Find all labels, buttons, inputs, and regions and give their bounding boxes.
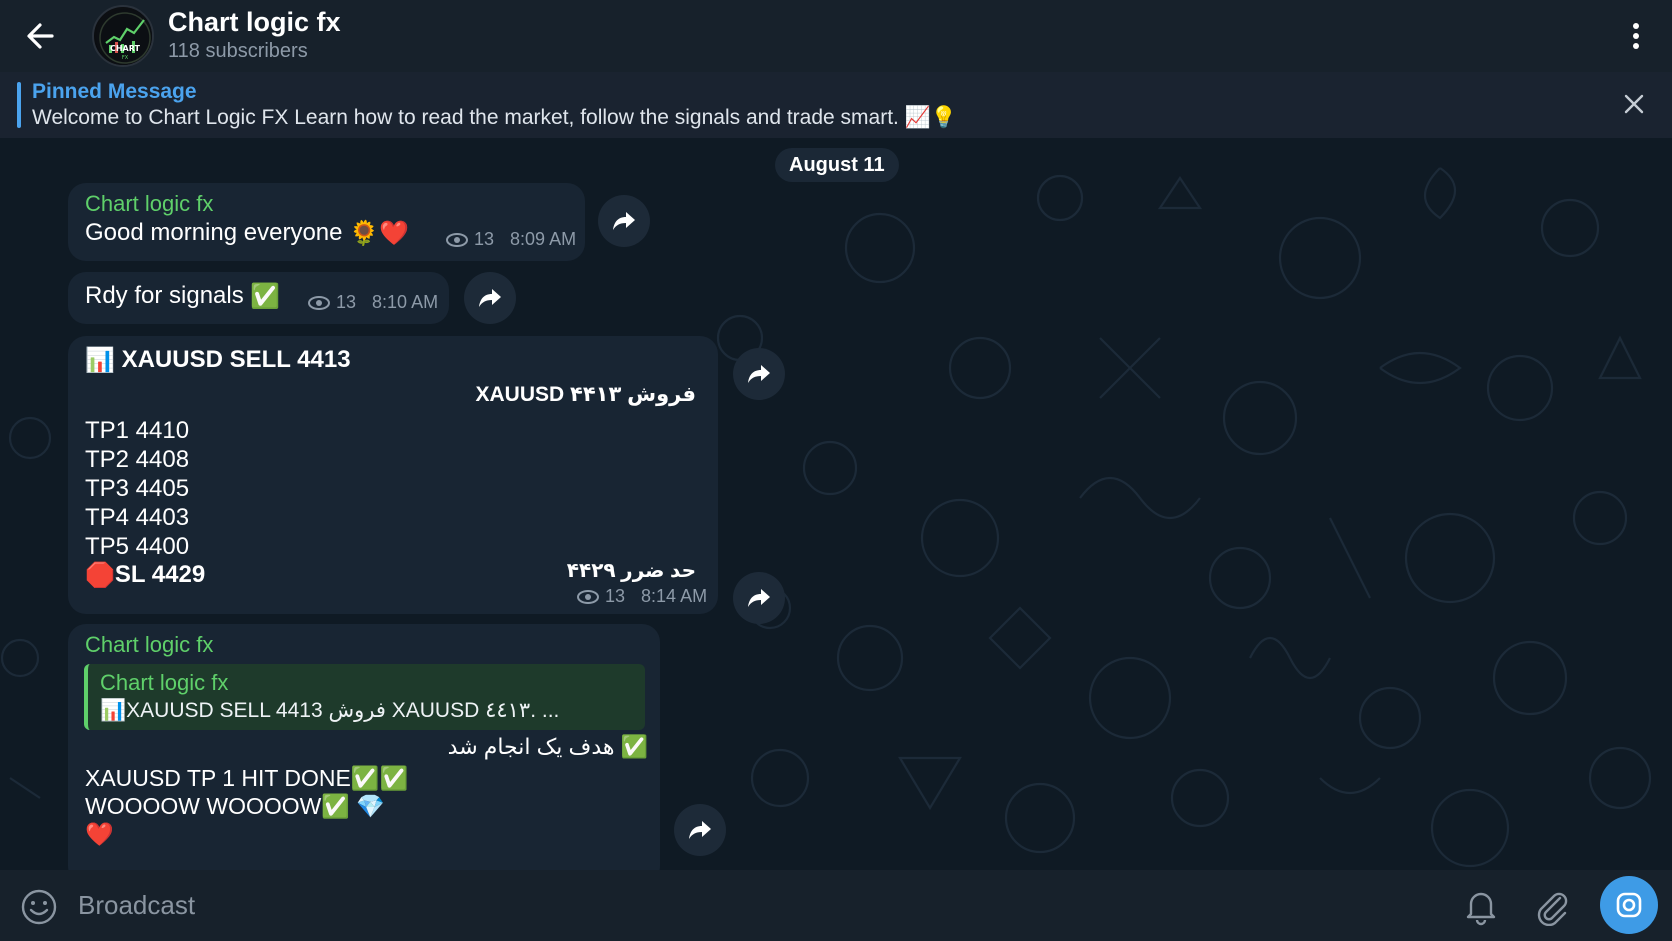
forward-button[interactable]: [598, 195, 650, 247]
message-bubble[interactable]: Chart logic fx Good morning everyone 🌻❤️…: [68, 183, 585, 261]
share-arrow-icon: [479, 289, 501, 307]
broadcast-input[interactable]: Broadcast: [78, 890, 195, 921]
quote-text: 📊XAUUSD SELL 4413 فروش XAUUSD ٤٤١٣. ...: [100, 699, 560, 722]
message-time: 8:10 AM: [372, 292, 439, 312]
message-line: WOOOOW WOOOOW✅ 💎: [85, 793, 386, 819]
forward-button[interactable]: [674, 804, 726, 856]
reply-quote[interactable]: Chart logic fx 📊XAUUSD SELL 4413 فروش XA…: [84, 664, 645, 730]
pinned-message-bar[interactable]: Pinned Message Welcome to Chart Logic FX…: [0, 72, 1672, 138]
channel-avatar[interactable]: CHART FX: [92, 5, 154, 67]
target-hit-rtl: ✅ هدف یک انجام شد: [447, 734, 648, 759]
heart-emoji: ❤️: [85, 821, 114, 847]
message-text-content: Rdy for signals: [85, 282, 244, 309]
camera-icon: [1616, 892, 1642, 918]
signal-title-text: XAUUSD SELL 4413: [121, 346, 351, 373]
views-eye-icon: [446, 232, 468, 247]
pinned-title: Pinned Message: [32, 80, 197, 103]
target-line: TP3 4405: [85, 475, 190, 502]
message-sender[interactable]: Chart logic fx: [85, 191, 213, 217]
targets-list: TP1 4410 TP2 4408 TP3 4405 TP4 4403 TP5 …: [85, 416, 189, 561]
pinned-indicator: [17, 82, 21, 128]
forward-button[interactable]: [733, 348, 785, 400]
quote-sender: Chart logic fx: [100, 670, 229, 695]
message-line: XAUUSD TP 1 HIT DONE✅✅: [85, 765, 409, 791]
share-arrow-icon: [748, 589, 770, 607]
message-bubble[interactable]: 📊 XAUUSD SELL 4413 فروش ۴۴۱۳ XAUUSD TP1 …: [68, 336, 718, 614]
target-line: TP1 4410: [85, 417, 190, 444]
close-icon[interactable]: [1622, 92, 1646, 116]
message-meta: 13 8:09 AM: [446, 229, 576, 250]
sunflower-heart-emoji: 🌻❤️: [349, 220, 409, 248]
message-meta: 13 8:14 AM: [577, 586, 707, 607]
share-arrow-icon: [748, 365, 770, 383]
message-text: Rdy for signals ✅: [85, 282, 280, 311]
message-meta: 13 8:10 AM: [308, 292, 438, 313]
message-time: 8:09 AM: [510, 229, 577, 249]
views-eye-icon: [308, 295, 330, 310]
stop-sign-emoji: 🛑: [85, 562, 115, 590]
pinned-text: Welcome to Chart Logic FX Learn how to r…: [32, 106, 957, 129]
camera-button[interactable]: [1600, 876, 1658, 934]
paperclip-icon[interactable]: [1532, 886, 1572, 927]
telegram-channel-screen: CHART FX Chart logic fx 118 subscribers …: [0, 0, 1672, 941]
bell-icon[interactable]: [1462, 886, 1500, 926]
message-time: 8:14 AM: [641, 586, 708, 606]
smile-icon[interactable]: [20, 888, 58, 926]
svg-text:CHART: CHART: [110, 44, 141, 53]
message-bubble[interactable]: Chart logic fx Chart logic fx 📊XAUUSD SE…: [68, 624, 660, 870]
views-eye-icon: [577, 589, 599, 604]
stop-loss-rtl: حد ضرر ۴۴۲۹: [566, 560, 696, 582]
share-arrow-icon: [689, 821, 711, 839]
view-count: 13: [336, 292, 357, 312]
date-separator: August 11: [775, 148, 899, 182]
target-line: TP2 4408: [85, 446, 190, 473]
stop-loss: 🛑SL 4429: [85, 561, 205, 590]
chat-area[interactable]: August 11 Chart logic fx Good morning ev…: [0, 138, 1672, 870]
forward-button[interactable]: [464, 272, 516, 324]
subscriber-count: 118 subscribers: [168, 40, 308, 62]
check-mark-emoji: ✅: [250, 283, 281, 311]
message-sender[interactable]: Chart logic fx: [85, 632, 213, 658]
signal-rtl-line: فروش ۴۴۱۳ XAUUSD: [475, 383, 697, 406]
stop-loss-text: SL 4429: [114, 561, 206, 588]
channel-title-block[interactable]: Chart logic fx 118 subscribers: [168, 6, 341, 64]
message-text: Good morning everyone 🌻❤️: [85, 219, 409, 248]
bar-chart-emoji: 📊: [85, 347, 115, 375]
message-bubble[interactable]: Rdy for signals ✅ 13 8:10 AM: [68, 272, 449, 324]
more-options-icon[interactable]: [1626, 20, 1646, 52]
message-text-content: Good morning everyone: [85, 219, 343, 246]
channel-header: CHART FX Chart logic fx 118 subscribers: [0, 0, 1672, 72]
share-arrow-icon: [613, 212, 635, 230]
message-body: XAUUSD TP 1 HIT DONE✅✅ WOOOOW WOOOOW✅ 💎 …: [85, 764, 408, 848]
forward-button[interactable]: [733, 572, 785, 624]
composer-bar: Broadcast: [0, 870, 1672, 941]
view-count: 13: [605, 586, 626, 606]
target-line: TP5 4400: [85, 533, 190, 560]
channel-title: Chart logic fx: [168, 7, 341, 37]
signal-title: 📊 XAUUSD SELL 4413: [85, 346, 351, 375]
target-line: TP4 4403: [85, 504, 190, 531]
back-arrow-icon[interactable]: [22, 18, 62, 54]
svg-text:FX: FX: [122, 55, 129, 61]
view-count: 13: [474, 229, 495, 249]
